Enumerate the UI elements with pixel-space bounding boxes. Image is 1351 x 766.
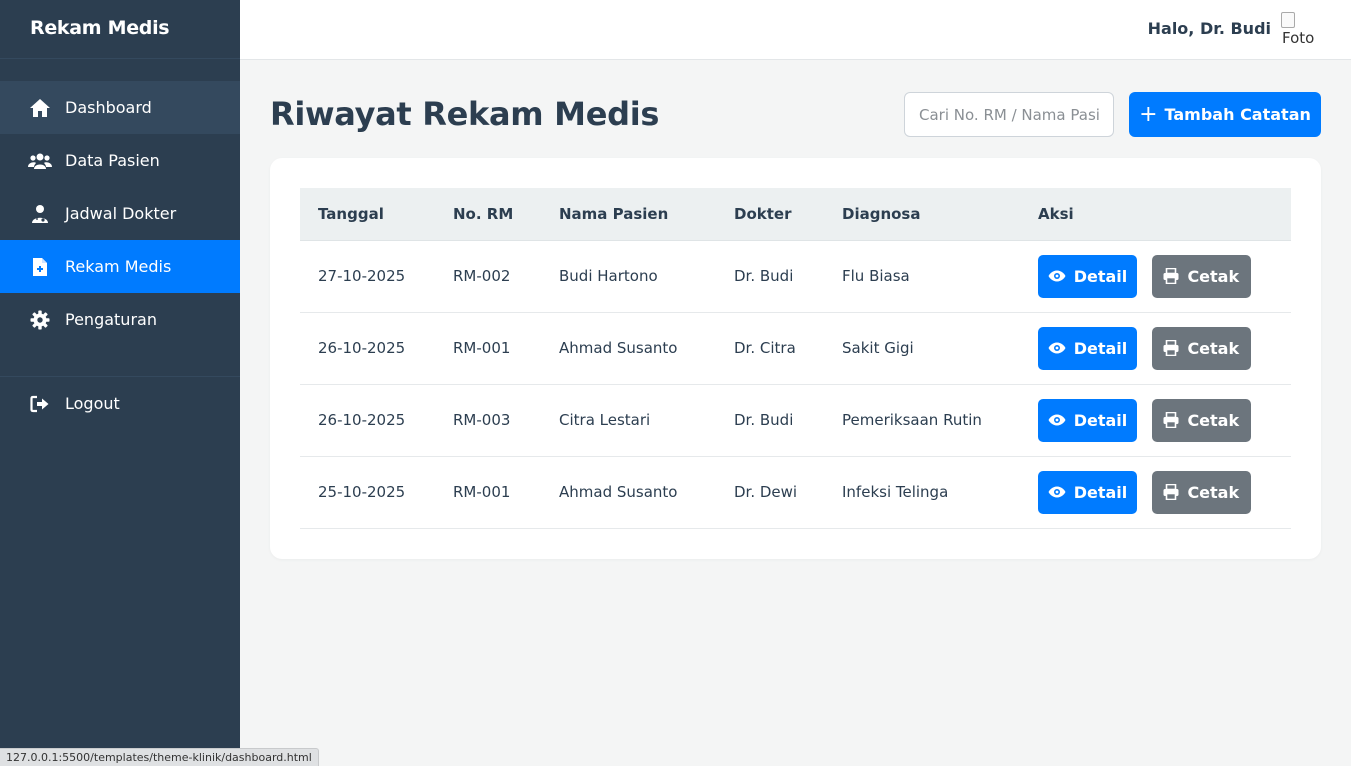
print-label: Cetak [1187,482,1240,502]
detail-button[interactable]: Detail [1038,398,1137,442]
sidebar-item-label: Dashboard [65,98,152,117]
print-label: Cetak [1187,410,1240,430]
header-tanggal: Tanggal [300,188,435,241]
cell-tanggal: 26-10-2025 [300,312,435,385]
detail-label: Detail [1073,338,1128,358]
header-dokter: Dokter [716,188,824,241]
topbar: Halo, Dr. Budi Foto [240,0,1351,60]
sidebar-item-data-pasien[interactable]: Data Pasien [0,134,240,187]
cell-nama: Budi Hartono [541,240,716,313]
cell-no-rm: RM-001 [435,456,541,529]
detail-button[interactable]: Detail [1038,326,1137,370]
table-row: 27-10-2025 RM-002 Budi Hartono Dr. Budi … [300,240,1291,313]
records-table: Tanggal No. RM Nama Pasien Dokter Diagno… [300,188,1291,529]
cell-aksi: Detail Cetak [1020,456,1291,529]
cell-dokter: Dr. Budi [716,240,824,313]
broken-image-icon [1281,12,1295,28]
doctor-icon [28,202,52,226]
sidebar-item-label: Jadwal Dokter [65,204,177,223]
sidebar-item-label: Pengaturan [65,310,157,329]
table-row: 26-10-2025 RM-003 Citra Lestari Dr. Budi… [300,384,1291,457]
sidebar-item-label: Data Pasien [65,151,160,170]
table-row: 26-10-2025 RM-001 Ahmad Susanto Dr. Citr… [300,312,1291,385]
logout-label: Logout [65,394,120,413]
header-diagnosa: Diagnosa [824,188,1020,241]
print-label: Cetak [1187,338,1240,358]
printer-icon [1163,412,1179,428]
header-no-rm: No. RM [435,188,541,241]
table-row: 25-10-2025 RM-001 Ahmad Susanto Dr. Dewi… [300,456,1291,529]
gear-icon [28,308,52,332]
printer-icon [1163,484,1179,500]
records-card: Tanggal No. RM Nama Pasien Dokter Diagno… [270,158,1321,559]
printer-icon [1163,340,1179,356]
search-input[interactable] [904,92,1114,137]
detail-label: Detail [1073,482,1128,502]
sidebar-item-rekam-medis[interactable]: Rekam Medis [0,240,240,293]
browser-status-url: 127.0.0.1:5500/templates/theme-klinik/da… [0,748,319,766]
detail-label: Detail [1073,266,1128,286]
eye-icon [1048,486,1066,498]
sidebar-item-pengaturan[interactable]: Pengaturan [0,293,240,346]
print-label: Cetak [1187,266,1240,286]
cell-diagnosa: Infeksi Telinga [824,456,1020,529]
cell-dokter: Dr. Citra [716,312,824,385]
page-title: Riwayat Rekam Medis [270,95,660,133]
detail-button[interactable]: Detail [1038,254,1137,298]
add-record-button[interactable]: + Tambah Catatan [1129,92,1321,137]
home-icon [28,96,52,120]
header-aksi: Aksi [1020,188,1291,241]
logout-button[interactable]: Logout [0,377,240,430]
cell-aksi: Detail Cetak [1020,384,1291,457]
cell-no-rm: RM-002 [435,240,541,313]
users-icon [28,149,52,173]
sidebar-item-label: Rekam Medis [65,257,172,276]
avatar[interactable]: Foto [1281,12,1317,48]
cell-nama: Citra Lestari [541,384,716,457]
detail-button[interactable]: Detail [1038,470,1137,514]
add-record-label: Tambah Catatan [1164,105,1311,124]
cell-nama: Ahmad Susanto [541,456,716,529]
cell-nama: Ahmad Susanto [541,312,716,385]
sidebar-nav: Dashboard Data Pasien Jadwal Dokter Reka… [0,81,240,430]
avatar-alt-text: Foto [1282,29,1315,47]
header-nama-pasien: Nama Pasien [541,188,716,241]
cell-dokter: Dr. Dewi [716,456,824,529]
logout-icon [28,392,52,416]
sidebar-item-jadwal-dokter[interactable]: Jadwal Dokter [0,187,240,240]
cell-no-rm: RM-001 [435,312,541,385]
file-medical-icon [28,255,52,279]
user-greeting: Halo, Dr. Budi [1147,19,1271,38]
printer-icon [1163,268,1179,284]
cell-tanggal: 25-10-2025 [300,456,435,529]
print-button[interactable]: Cetak [1151,470,1251,514]
cell-dokter: Dr. Budi [716,384,824,457]
cell-diagnosa: Sakit Gigi [824,312,1020,385]
cell-tanggal: 27-10-2025 [300,240,435,313]
plus-icon: + [1139,101,1158,127]
print-button[interactable]: Cetak [1151,326,1251,370]
cell-aksi: Detail Cetak [1020,312,1291,385]
detail-label: Detail [1073,410,1128,430]
eye-icon [1048,414,1066,426]
cell-aksi: Detail Cetak [1020,240,1291,313]
cell-tanggal: 26-10-2025 [300,384,435,457]
cell-diagnosa: Flu Biasa [824,240,1020,313]
print-button[interactable]: Cetak [1151,398,1251,442]
eye-icon [1048,342,1066,354]
cell-diagnosa: Pemeriksaan Rutin [824,384,1020,457]
sidebar-item-dashboard[interactable]: Dashboard [0,81,240,134]
print-button[interactable]: Cetak [1151,254,1251,298]
cell-no-rm: RM-003 [435,384,541,457]
sidebar: Rekam Medis Dashboard Data Pasien Jadwal… [0,0,240,766]
table-header-row: Tanggal No. RM Nama Pasien Dokter Diagno… [300,188,1291,241]
eye-icon [1048,270,1066,282]
sidebar-brand: Rekam Medis [0,0,240,59]
